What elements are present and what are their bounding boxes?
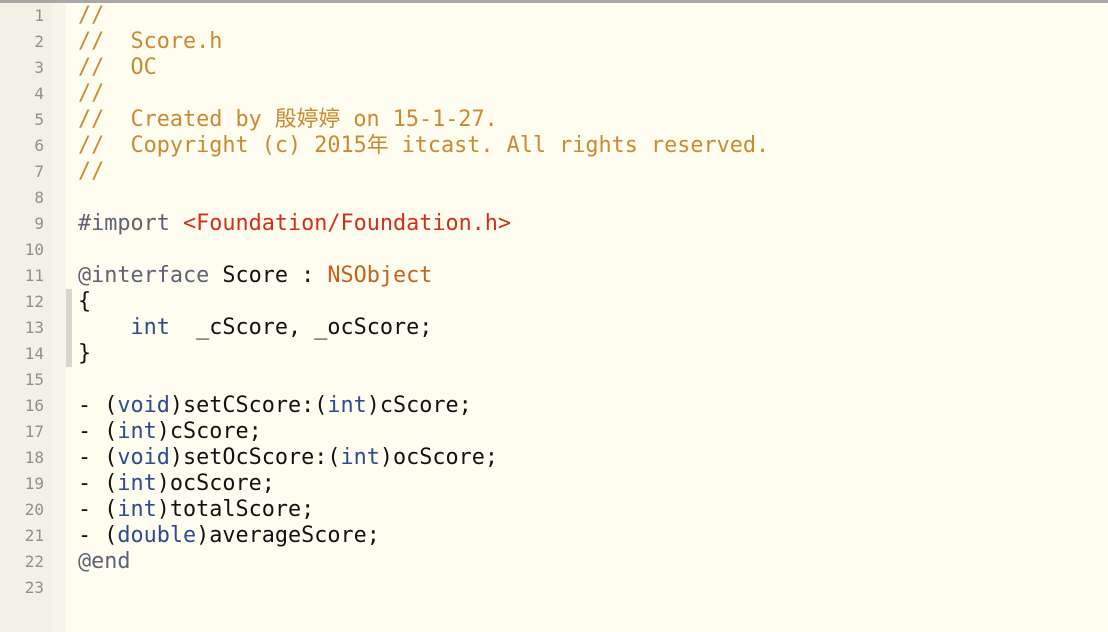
code-folding-ribbon[interactable]: [52, 3, 66, 632]
line-number: 17: [24, 422, 44, 441]
line-number: 6: [34, 136, 44, 155]
line-number: 4: [34, 84, 44, 103]
code-text: // Created by 殷婷婷 on 15-1-27.: [78, 107, 498, 133]
token-plain: }: [78, 341, 92, 366]
line-number: 1: [34, 6, 44, 25]
code-text: // OC: [78, 55, 157, 81]
code-text: {: [78, 289, 91, 315]
token-class: NSObject: [327, 263, 433, 288]
token-plain: {: [78, 289, 92, 314]
token-plain: - (: [78, 523, 118, 548]
code-text: - (double)averageScore;: [78, 523, 380, 549]
line-number: 21: [24, 526, 44, 545]
code-text: - (void)setOcScore:(int)ocScore;: [78, 445, 498, 471]
line-number: 14: [24, 344, 44, 363]
line-number: 23: [24, 578, 44, 597]
code-text: @interface Score : NSObject: [78, 263, 432, 289]
token-comment: // Copyright (c) 2015年 itcast. All right…: [78, 133, 770, 158]
line-number: 7: [34, 162, 44, 181]
code-text: //: [78, 81, 104, 107]
code-text: //: [78, 159, 104, 185]
token-plain: - (: [78, 393, 118, 418]
line-number: 8: [34, 188, 44, 207]
code-text: - (int)cScore;: [78, 419, 262, 445]
token-plain: )ocScore;: [379, 445, 498, 470]
line-number: 2: [34, 32, 44, 51]
code-text: // Score.h: [78, 29, 222, 55]
token-comment: //: [78, 81, 105, 106]
token-plain: )averageScore;: [196, 523, 380, 548]
line-number: 13: [24, 318, 44, 337]
token-plain: - (: [78, 497, 118, 522]
token-plain: )setOcScore:(: [169, 445, 341, 470]
token-keyword: int: [327, 393, 367, 418]
code-text: #import <Foundation/Foundation.h>: [78, 211, 511, 237]
token-plain: )setCScore:(: [169, 393, 328, 418]
code-text: - (int)totalScore;: [78, 497, 314, 523]
token-plain: - (: [78, 445, 118, 470]
token-plain: - (: [78, 471, 118, 496]
token-plain: )cScore;: [156, 419, 262, 444]
line-number: 20: [24, 500, 44, 519]
token-keyword: int: [130, 315, 170, 340]
token-plain: - (: [78, 419, 118, 444]
token-keyword: void: [117, 445, 170, 470]
token-comment: //: [78, 159, 105, 184]
line-number: 15: [24, 370, 44, 389]
token-directive: #import: [78, 211, 183, 236]
line-number: 3: [34, 58, 44, 77]
token-keyword: int: [117, 497, 157, 522]
window-top-border: [0, 0, 1108, 3]
token-comment: // OC: [78, 55, 157, 80]
token-keyword: int: [340, 445, 380, 470]
fold-marker[interactable]: [66, 289, 72, 367]
code-text: int _cScore, _ocScore;: [78, 315, 433, 341]
token-comment: // Score.h: [78, 29, 223, 54]
token-plain: Score :: [209, 263, 328, 288]
token-directive: @interface: [78, 263, 210, 288]
code-text: // Copyright (c) 2015年 itcast. All right…: [78, 133, 769, 159]
token-string: <Foundation/Foundation.h>: [182, 211, 512, 236]
token-plain: )ocScore;: [156, 471, 275, 496]
code-text: - (void)setCScore:(int)cScore;: [78, 393, 472, 419]
token-comment: // Created by 殷婷婷 on 15-1-27.: [78, 107, 498, 132]
line-number: 19: [24, 474, 44, 493]
token-keyword: void: [117, 393, 170, 418]
line-number: 10: [24, 240, 44, 259]
code-text: //: [78, 3, 104, 29]
token-comment: //: [78, 3, 105, 28]
token-plain: )cScore;: [366, 393, 472, 418]
line-number: 11: [24, 266, 44, 285]
token-keyword: double: [117, 523, 197, 548]
token-keyword: int: [117, 471, 157, 496]
token-plain: _cScore, _ocScore;: [169, 315, 433, 340]
code-text: - (int)ocScore;: [78, 471, 275, 497]
code-text: }: [78, 341, 91, 367]
line-number: 5: [34, 110, 44, 129]
token-directive: @end: [78, 549, 131, 574]
line-number: 16: [24, 396, 44, 415]
code-text: @end: [78, 549, 131, 575]
line-number: 22: [24, 552, 44, 571]
token-plain: )totalScore;: [156, 497, 315, 522]
token-keyword: int: [117, 419, 157, 444]
line-number: 18: [24, 448, 44, 467]
line-number: 9: [34, 214, 44, 233]
line-number: 12: [24, 292, 44, 311]
